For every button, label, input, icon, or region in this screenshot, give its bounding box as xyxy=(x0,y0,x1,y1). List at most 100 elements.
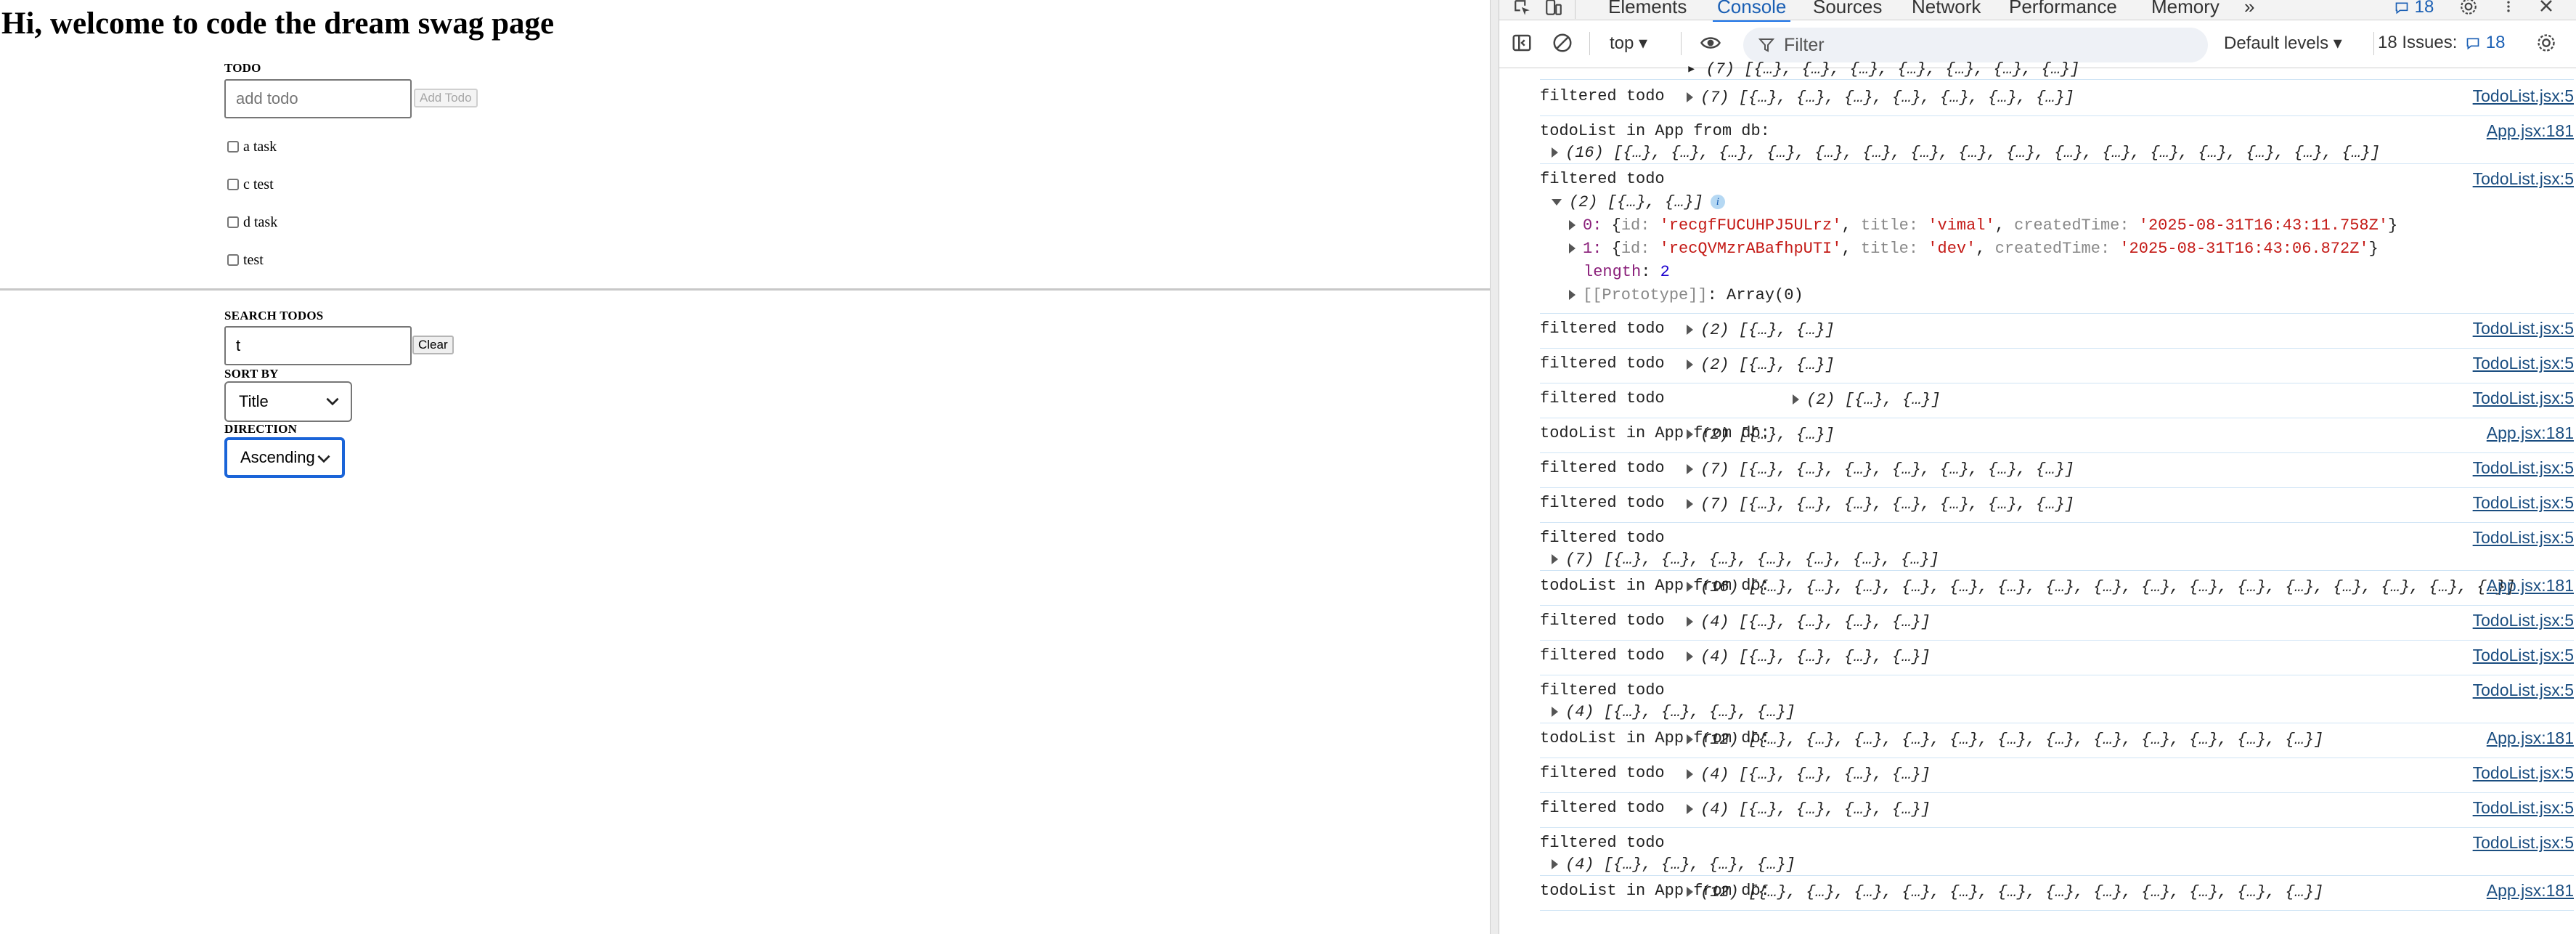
expand-arrow-icon[interactable] xyxy=(1687,429,1693,440)
source-link[interactable]: TodoList.jsx:5 xyxy=(2473,611,2574,630)
info-icon[interactable]: i xyxy=(1710,195,1725,210)
expand-arrow-icon[interactable] xyxy=(1569,243,1576,254)
issues-counter[interactable]: 18 Issues: 18 xyxy=(2378,33,2505,53)
direction-select[interactable]: Ascending xyxy=(224,437,345,478)
add-todo-input[interactable]: add todo xyxy=(224,79,412,118)
object-row-1[interactable]: 1: {id: 'recQVMzrABafhpUTI', title: 'dev… xyxy=(1569,240,2379,258)
expand-arrow-icon[interactable] xyxy=(1687,804,1693,815)
kebab-menu-icon[interactable] xyxy=(2501,0,2516,16)
console-entry-expanded[interactable]: filtered todo (2) [{…}, {…}] i TodoList.j… xyxy=(1540,164,2574,314)
todo-checkbox[interactable] xyxy=(227,216,239,228)
devtools-splitter[interactable] xyxy=(1490,0,1499,934)
console-entry[interactable]: todoList in App from db: (16) [{…}, {…},… xyxy=(1540,116,2574,164)
console-entry[interactable]: filtered todo (7) [{…}, {…}, {…}, {…}, {…… xyxy=(1540,453,2574,488)
source-link[interactable]: TodoList.jsx:5 xyxy=(2473,681,2574,700)
todo-item[interactable]: c test xyxy=(227,176,274,193)
console-entry[interactable]: filtered todo (4) [{…}, {…}, {…}, {…}] Tod… xyxy=(1540,758,2574,793)
console-entry[interactable]: todoList in App from db: (12) [{…}, {…}, … xyxy=(1540,876,2574,911)
console-entry[interactable]: filtered todo (2) [{…}, {…}] TodoList.jsx:… xyxy=(1540,314,2574,349)
console-entry[interactable]: filtered todo (4) [{…}, {…}, {…}, {…}] Tod… xyxy=(1540,675,2574,723)
expand-arrow-icon[interactable] xyxy=(1569,290,1576,301)
console-entry[interactable]: todoList in App from db: (16) [{…}, {…}, … xyxy=(1540,571,2574,606)
entry-value[interactable]: (12) [{…}, {…}, {…}, {…}, {…}, {…}, {…},… xyxy=(1687,883,2323,901)
source-link[interactable]: App.jsx:181 xyxy=(2487,121,2574,141)
console-entry[interactable]: filtered todo (2) [{…}, {…}] TodoList.jsx:… xyxy=(1540,349,2574,383)
expand-arrow-icon[interactable] xyxy=(1552,147,1558,158)
source-link[interactable]: TodoList.jsx:5 xyxy=(2473,833,2574,853)
expand-arrow-icon[interactable] xyxy=(1687,499,1693,510)
expand-arrow-icon[interactable] xyxy=(1687,325,1693,336)
entry-value[interactable]: (12) [{…}, {…}, {…}, {…}, {…}, {…}, {…},… xyxy=(1687,731,2323,749)
console-entry[interactable]: todoList in App from db: (2) [{…}, {…}] Ap… xyxy=(1540,418,2574,453)
entry-value[interactable]: (2) [{…}, {…}] xyxy=(1687,356,1835,374)
source-link[interactable]: TodoList.jsx:5 xyxy=(2473,458,2574,478)
entry-value[interactable]: (2) [{…}, {…}] xyxy=(1793,391,1941,409)
expand-arrow-icon[interactable] xyxy=(1687,582,1693,593)
entry-value[interactable]: (4) [{…}, {…}, {…}, {…}] xyxy=(1552,703,1796,721)
source-link[interactable]: TodoList.jsx:5 xyxy=(2473,763,2574,783)
entry-value[interactable]: (7) [{…}, {…}, {…}, {…}, {…}, {…}, {…}] xyxy=(1552,551,1939,569)
context-selector[interactable]: top ▾ xyxy=(1610,33,1647,54)
entry-value[interactable]: (7) [{…}, {…}, {…}, {…}, {…}, {…}, {…}] xyxy=(1687,495,2074,513)
expand-arrow-icon[interactable] xyxy=(1687,734,1693,745)
source-link[interactable]: App.jsx:181 xyxy=(2487,423,2574,443)
source-link[interactable]: TodoList.jsx:5 xyxy=(2473,354,2574,373)
clear-console-icon[interactable] xyxy=(1552,32,1573,54)
tab-performance[interactable]: Performance xyxy=(2009,0,2117,18)
tab-memory[interactable]: Memory xyxy=(2151,0,2220,18)
entry-value[interactable]: (4) [{…}, {…}, {…}, {…}] xyxy=(1687,766,1931,784)
object-row-0[interactable]: 0: {id: 'recgfFUCUHPJ5ULrz', title: 'vim… xyxy=(1569,216,2397,235)
entry-value[interactable]: (4) [{…}, {…}, {…}, {…}] xyxy=(1687,613,1931,631)
source-link[interactable]: App.jsx:181 xyxy=(2487,728,2574,748)
entry-value[interactable]: (2) [{…}, {…}] xyxy=(1687,426,1835,444)
device-toolbar-icon[interactable] xyxy=(1543,0,1565,17)
console-entry[interactable]: todoList in App from db: (12) [{…}, {…}, … xyxy=(1540,723,2574,758)
expand-arrow-icon[interactable] xyxy=(1687,464,1693,475)
entry-value[interactable]: (16) [{…}, {…}, {…}, {…}, {…}, {…}, {…},… xyxy=(1552,144,2380,162)
entry-value[interactable]: (7) [{…}, {…}, {…}, {…}, {…}, {…}, {…}] xyxy=(1687,89,2074,107)
filter-input[interactable]: Filter xyxy=(1743,28,2208,62)
source-link[interactable]: TodoList.jsx:5 xyxy=(2473,319,2574,338)
console-entry[interactable]: filtered todo (4) [{…}, {…}, {…}, {…}] Tod… xyxy=(1540,793,2574,828)
todo-checkbox[interactable] xyxy=(227,179,239,190)
search-input[interactable]: t xyxy=(224,326,412,365)
expand-arrow-icon[interactable] xyxy=(1552,859,1558,870)
todo-checkbox[interactable] xyxy=(227,141,239,153)
source-link[interactable]: TodoList.jsx:5 xyxy=(2473,798,2574,818)
todo-item[interactable]: d task xyxy=(227,214,277,231)
entry-value[interactable]: (4) [{…}, {…}, {…}, {…}] xyxy=(1687,648,1931,666)
close-icon[interactable] xyxy=(2538,0,2555,15)
source-link[interactable]: TodoList.jsx:5 xyxy=(2473,389,2574,408)
todo-item[interactable]: a task xyxy=(227,138,277,155)
tab-sources[interactable]: Sources xyxy=(1813,0,1882,18)
console-settings-gear-icon[interactable] xyxy=(2536,33,2556,53)
eye-icon[interactable] xyxy=(1698,32,1723,54)
source-link[interactable]: TodoList.jsx:5 xyxy=(2473,528,2574,548)
issues-badge[interactable]: 18 xyxy=(2394,0,2434,17)
entry-value[interactable]: (2) [{…}, {…}] i xyxy=(1552,193,1725,211)
expand-arrow-icon[interactable] xyxy=(1793,394,1799,405)
clear-button[interactable]: Clear xyxy=(412,336,454,354)
entry-value[interactable]: (4) [{…}, {…}, {…}, {…}] xyxy=(1552,856,1796,874)
gear-icon[interactable] xyxy=(2459,0,2478,16)
source-link[interactable]: TodoList.jsx:5 xyxy=(2473,493,2574,513)
collapse-arrow-icon[interactable] xyxy=(1552,198,1562,206)
todo-item[interactable]: test xyxy=(227,251,264,269)
entry-value[interactable]: (7) [{…}, {…}, {…}, {…}, {…}, {…}, {…}] xyxy=(1687,460,2074,479)
sort-select[interactable]: Title xyxy=(224,381,352,422)
expand-arrow-icon[interactable] xyxy=(1687,360,1693,370)
expand-arrow-icon[interactable] xyxy=(1552,707,1558,718)
source-link[interactable]: TodoList.jsx:5 xyxy=(2473,646,2574,665)
expand-arrow-icon[interactable] xyxy=(1569,220,1576,231)
source-link[interactable]: App.jsx:181 xyxy=(2487,576,2574,596)
console-entry[interactable]: filtered todo (4) [{…}, {…}, {…}, {…}] Tod… xyxy=(1540,606,2574,641)
expand-arrow-icon[interactable] xyxy=(1687,651,1693,662)
source-link[interactable]: App.jsx:181 xyxy=(2487,881,2574,901)
inspect-element-icon[interactable] xyxy=(1512,0,1533,17)
expand-arrow-icon[interactable] xyxy=(1687,92,1693,103)
expand-arrow-icon[interactable] xyxy=(1552,554,1558,565)
log-levels-dropdown[interactable]: Default levels ▾ xyxy=(2224,33,2342,54)
console-entry[interactable]: filtered todo (7) [{…}, {…}, {…}, {…}, {…… xyxy=(1540,523,2574,571)
expand-arrow-icon[interactable] xyxy=(1687,769,1693,780)
more-tabs-button[interactable]: » xyxy=(2244,0,2254,18)
